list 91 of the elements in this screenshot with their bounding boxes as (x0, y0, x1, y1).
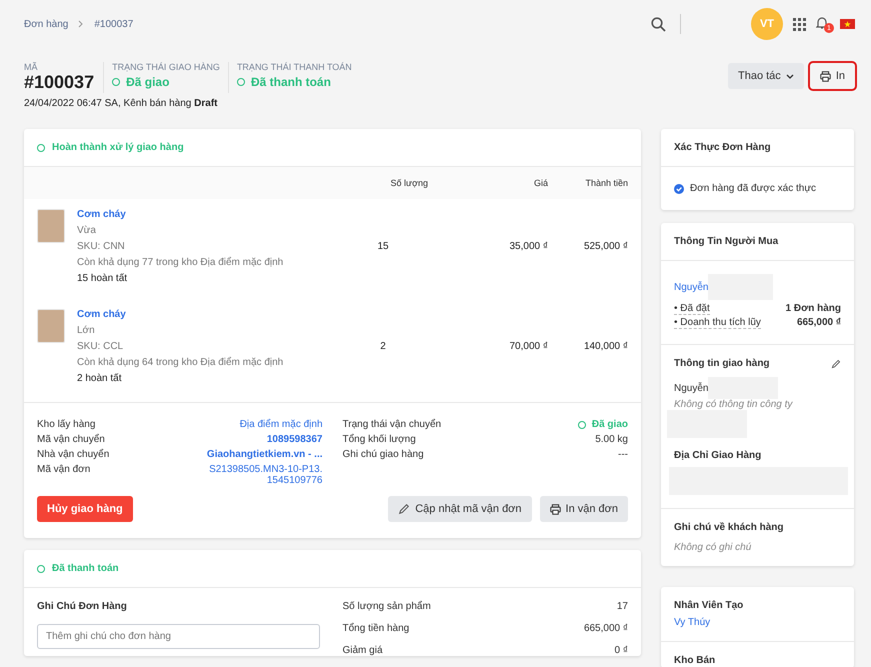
verification-status: Đơn hàng đã được xác thực (690, 183, 816, 194)
status-circle-icon (236, 78, 245, 86)
detail-link[interactable]: Giaohangtietkiem.vn - ... (206, 449, 322, 460)
update-tracking-button[interactable]: Cập nhật mã vận đơn (388, 496, 532, 522)
detail-value: --- (618, 449, 628, 460)
section-title: Ghi chú về khách hàng (674, 522, 784, 533)
detail-link[interactable]: 1089598367 (266, 434, 322, 445)
section-title: Ghi Chú Đơn Hàng (37, 601, 128, 612)
fulfilled-text: 2 hoàn tất (77, 373, 122, 384)
detail-label: Tổng khối lượng (342, 434, 416, 445)
detail-value: 5.00 kg (595, 434, 628, 445)
column-header: Giá (532, 178, 548, 188)
product-thumbnail (37, 309, 65, 343)
card-title: Hoàn thành xử lý giao hàng (52, 142, 184, 153)
order-number: #100037 (24, 72, 94, 93)
section-title: Thông tin giao hàng (674, 358, 770, 369)
caret-icon (786, 74, 794, 78)
order-meta: 24/04/2022 06:47 SA, Kênh bán hàng Draft (24, 98, 218, 109)
recipient-name: Nguyễn (674, 382, 708, 394)
status-text: Đã giao (592, 419, 628, 430)
status-text: Đã thanh toán (250, 75, 331, 89)
detail-label: Kho lấy hàng (37, 419, 96, 430)
cancel-shipment-button[interactable]: Hủy giao hàng (37, 496, 133, 522)
section-title: Kho Bán (674, 655, 716, 666)
breadcrumb-link[interactable]: Đơn hàng (24, 18, 68, 30)
sku-text: SKU: CNN (77, 241, 126, 252)
stat-value: 665,000 ₫ (796, 317, 841, 328)
bell-icon[interactable] (816, 16, 828, 30)
detail-label: Nhà vận chuyển (37, 449, 110, 460)
printer-icon (550, 504, 561, 514)
actions-dropdown[interactable]: Thao tác (728, 63, 804, 89)
field-label: MÃ (24, 62, 38, 72)
stock-text: Còn khả dụng 77 trong kho Địa điểm mặc định (77, 257, 284, 268)
customer-link[interactable]: Nguyễn (674, 282, 708, 292)
price-cell-text: 70,000 ₫ (508, 341, 548, 352)
section-title: Địa Chỉ Giao Hàng (674, 450, 762, 461)
quantity-cell-text: 15 (376, 241, 390, 252)
card-title: Xác Thực Đơn Hàng (674, 142, 772, 153)
field-label: TRẠNG THÁI THANH TOÁN (236, 62, 352, 72)
status-circle-icon (578, 420, 586, 428)
print-button[interactable]: In (810, 63, 855, 89)
staff-link[interactable]: Vy Thúy (674, 617, 841, 628)
flag-icon (840, 19, 855, 29)
stock-text: Còn khả dụng 64 trong kho Địa điểm mặc định (77, 357, 284, 368)
detail-label: Mã vận đơn (37, 464, 90, 477)
product-link[interactable]: Cơm cháy (77, 209, 284, 220)
variant-text: Lớn (77, 325, 96, 336)
status-circle-icon (112, 78, 120, 86)
printer-icon (820, 70, 831, 82)
stat-value: 1 Đơn hàng (786, 303, 841, 314)
sku-text: SKU: CCL (77, 341, 124, 352)
summary-label: Giảm giá (342, 645, 383, 656)
field-label: TRẠNG THÁI GIAO HÀNG (112, 62, 220, 72)
detail-link[interactable]: Địa điểm mặc định (240, 419, 322, 430)
summary-label: Số lượng sản phẩm (342, 601, 431, 612)
pencil-icon[interactable] (831, 358, 841, 368)
price-cell-text: 35,000 ₫ (508, 241, 548, 252)
status-circle-icon (37, 564, 45, 572)
note-input[interactable]: Thêm ghi chú cho đơn hàng (37, 624, 320, 649)
breadcrumb-link[interactable]: #100037 (94, 18, 134, 30)
detail-link[interactable]: S21398505.MN3-10-P13. 1545109776 (209, 464, 322, 486)
variant-text: Vừa (77, 225, 97, 236)
product-link[interactable]: Cơm cháy (77, 309, 284, 320)
card-title: Thông Tin Người Mua (674, 236, 780, 247)
company-text: Không có thông tin công ty (674, 399, 794, 410)
chevron-icon (78, 20, 84, 28)
summary-label: Tổng tiền hàng (342, 623, 410, 634)
stat-label: • Doanh thu tích lũy (674, 317, 761, 329)
status-circle-icon (37, 144, 45, 152)
detail-label: Ghi chú giao hàng (342, 449, 424, 460)
status-text: Đã giao (126, 75, 170, 89)
note-text: Không có ghi chú (674, 542, 752, 553)
column-header: Thành tiền (584, 178, 628, 188)
total-cell-text: 525,000 ₫ (582, 241, 628, 252)
search-icon[interactable] (651, 16, 666, 32)
column-header: Số lượng (390, 178, 428, 188)
quantity-cell-text: 2 (379, 341, 387, 352)
grid-icon[interactable] (793, 18, 806, 30)
print-waybill-button[interactable]: In vận đơn (540, 496, 628, 522)
section-title: Nhân Viên Tạo (674, 600, 744, 611)
pencil-icon (398, 503, 410, 515)
fulfilled-text: 15 hoàn tất (77, 273, 128, 284)
stat-label: • Đã đặt (674, 303, 710, 315)
summary-value: 0 ₫ (614, 645, 628, 656)
product-thumbnail (37, 209, 65, 243)
detail-label: Trạng thái vận chuyển (342, 419, 442, 430)
summary-value: 665,000 ₫ (584, 623, 628, 634)
detail-label: Mã vận chuyển (37, 434, 105, 445)
total-cell-text: 140,000 ₫ (582, 341, 628, 352)
summary-value: 17 (616, 601, 628, 612)
card-title: Đã thanh toán (52, 563, 119, 574)
